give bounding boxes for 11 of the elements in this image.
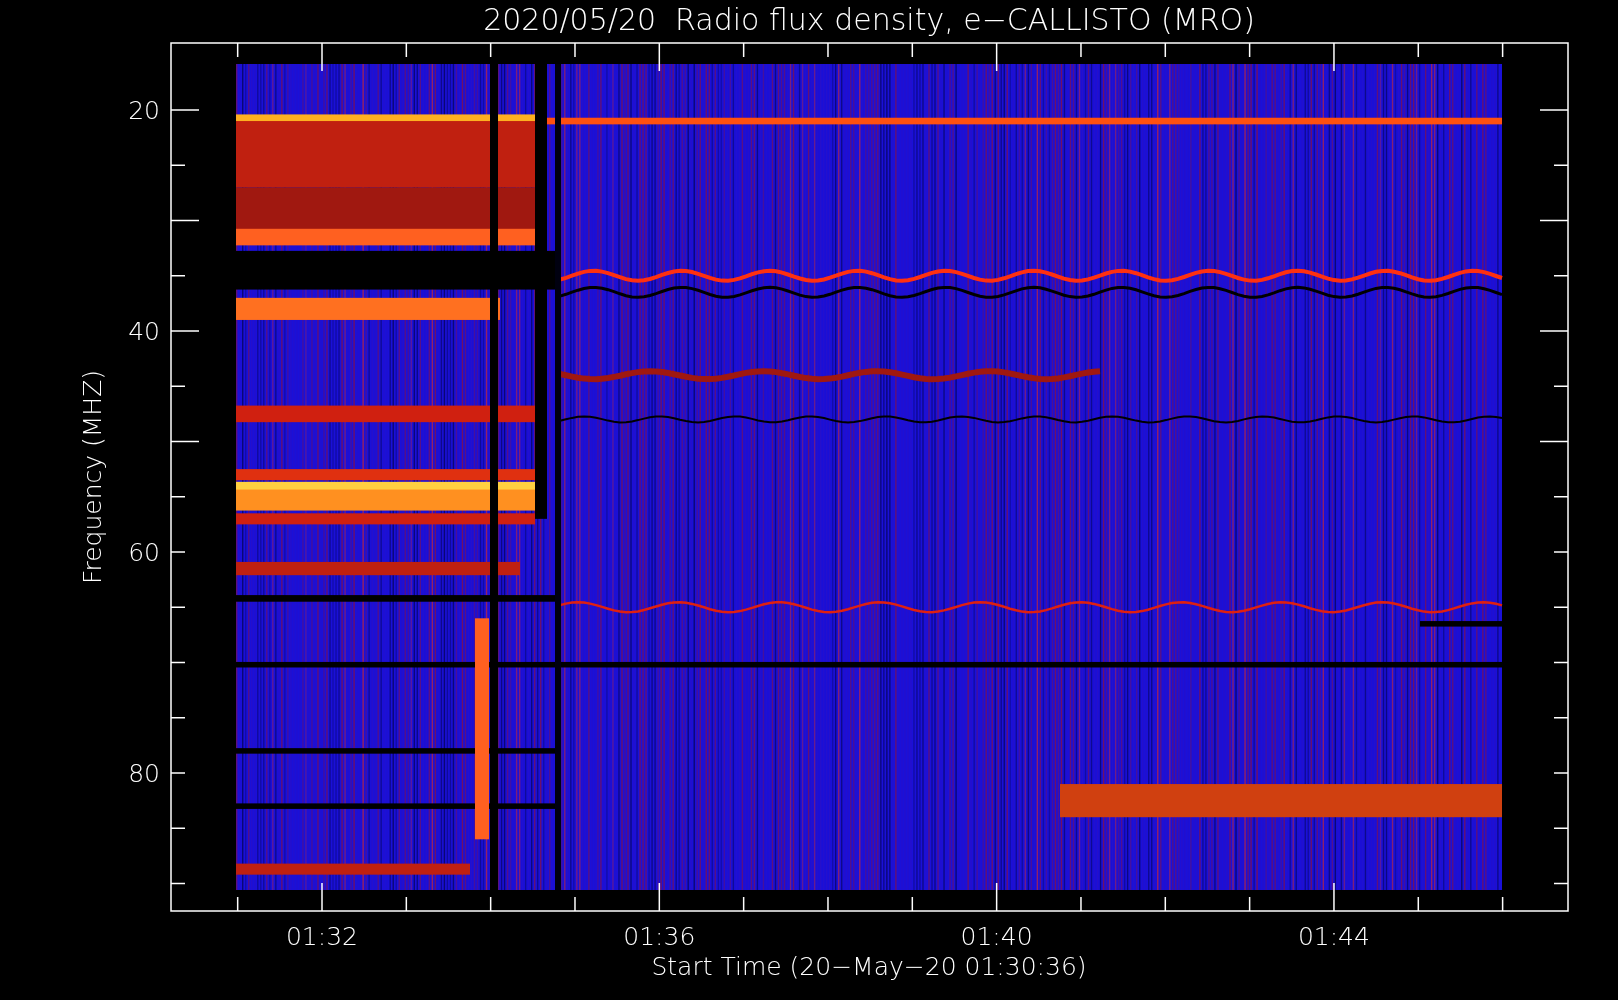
x-tick-label: 01:32 — [286, 922, 358, 951]
y-axis-label: Frequency (MHZ) — [78, 369, 107, 585]
y-tick-label: 40 — [128, 317, 160, 346]
x-tick-label: 01:40 — [960, 922, 1033, 951]
y-tick-label: 80 — [128, 759, 160, 788]
chart-title: 2020/05/20 Radio flux density, e−CALLISTO (MRO) — [483, 2, 1255, 37]
x-axis-label: Start Time (20−May−20 01:30:36) — [651, 952, 1087, 981]
x-tick-label: 01:44 — [1297, 922, 1370, 951]
y-tick-label: 60 — [128, 538, 160, 567]
x-tick-label: 01:36 — [623, 922, 696, 951]
y-tick-label: 20 — [128, 96, 160, 125]
